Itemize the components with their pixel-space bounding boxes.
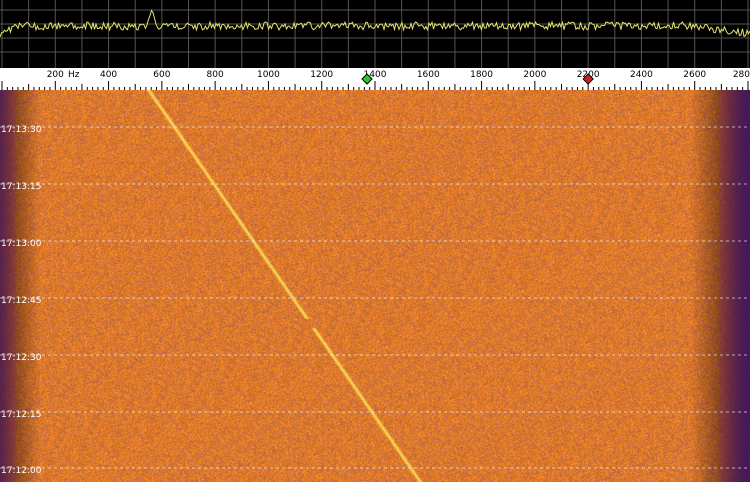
time-label: 17:12:15 (1, 410, 41, 420)
waterfall-app: 2004006008001000120014001600180020002200… (0, 0, 750, 482)
time-label: 17:12:45 (1, 296, 41, 306)
scale-label: 280 (733, 70, 750, 80)
time-label: 17:13:30 (1, 125, 42, 135)
scale-label: 600 (153, 70, 170, 80)
scale-label: 2000 (523, 70, 546, 80)
unit-label: Hz (68, 70, 80, 80)
spectrum-display[interactable] (0, 0, 750, 68)
time-label: 17:12:00 (1, 466, 42, 476)
scale-label: 1600 (417, 70, 440, 80)
scale-label: 400 (100, 70, 117, 80)
frequency-scale[interactable]: 2004006008001000120014001600180020002200… (0, 68, 750, 90)
time-label: 17:13:15 (1, 182, 41, 192)
scale-label: 800 (207, 70, 224, 80)
waterfall-display[interactable]: 17:13:30 17:13:15 17:13:00 17:12:45 17:12:30… (0, 90, 750, 482)
scale-label: 1000 (257, 70, 280, 80)
time-label: 17:13:00 (1, 239, 42, 249)
scale-label: 1800 (470, 70, 493, 80)
time-grid: 17:13:30 17:13:15 17:13:00 17:12:45 17:12:30… (0, 125, 750, 476)
time-label: 17:12:30 (1, 353, 42, 363)
scale-label: 200 (47, 70, 64, 80)
scale-label: 2600 (683, 70, 706, 80)
scale-label: 1200 (310, 70, 333, 80)
scale-label: 2400 (630, 70, 653, 80)
